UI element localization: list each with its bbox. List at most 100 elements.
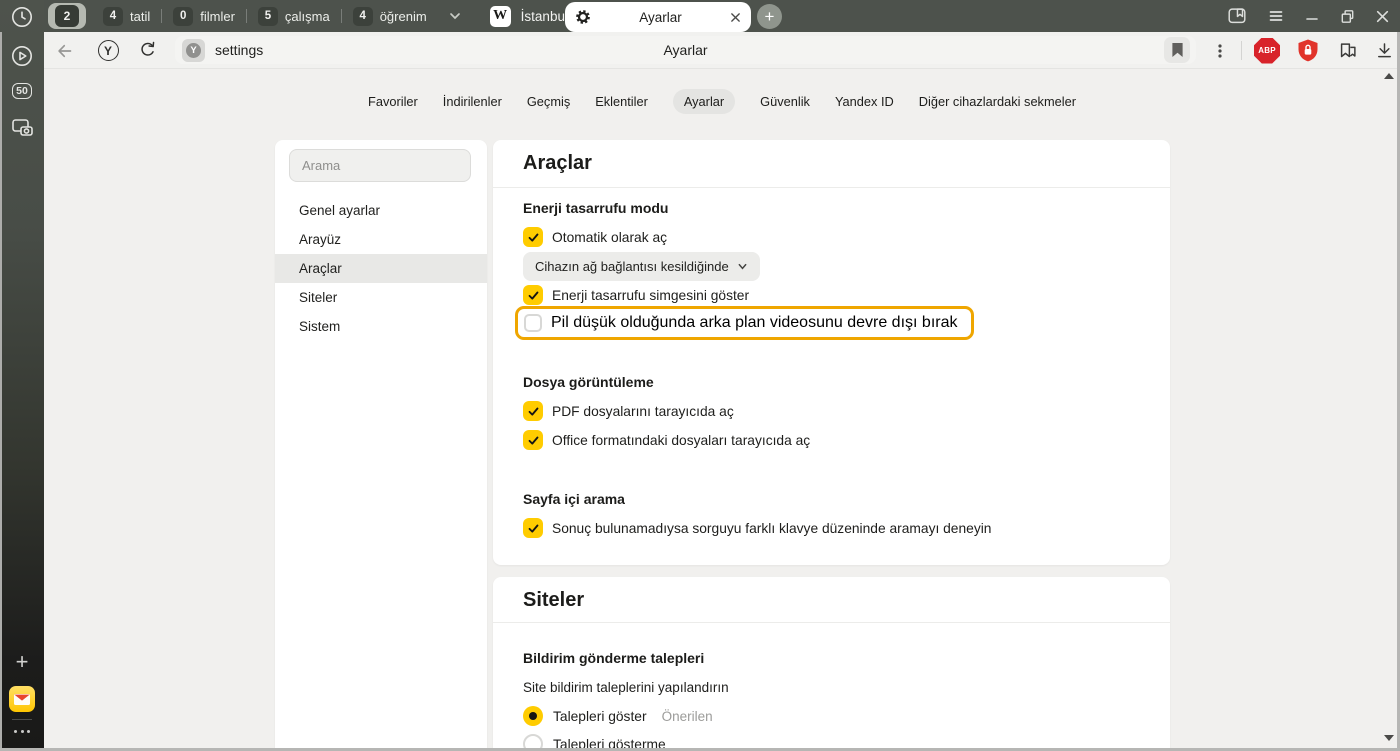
sidenav-item-sistem[interactable]: Sistem (275, 312, 487, 341)
search-input[interactable] (289, 149, 471, 182)
restore-icon[interactable] (1339, 8, 1356, 25)
section-description: Site bildirim taleplerini yapılandırın (523, 672, 729, 702)
new-tab-button[interactable]: + (757, 4, 782, 29)
back-icon[interactable] (51, 32, 79, 69)
tab-group-ogrenim[interactable]: 4 öğrenim (342, 0, 438, 32)
add-panel-button[interactable]: + (0, 650, 44, 674)
screenshot-icon[interactable] (0, 114, 44, 142)
checkbox-checked-icon[interactable] (523, 430, 543, 450)
download-icon[interactable] (1370, 32, 1398, 69)
highlighted-checkbox-row-disable-bg-video[interactable]: Pil düşük olduğunda arka plan videosunu … (515, 306, 974, 340)
checkbox-label: Enerji tasarrufu simgesini göster (552, 288, 749, 303)
address-bar: Y Y settings Ayarlar ABP (44, 32, 1400, 69)
yandex-home-icon[interactable]: Y (94, 32, 122, 69)
more-options-icon[interactable] (0, 725, 44, 737)
sidenav-item-genel-ayarlar[interactable]: Genel ayarlar (275, 196, 487, 225)
checkbox-checked-icon[interactable] (523, 401, 543, 421)
url-bar[interactable]: Y settings Ayarlar (175, 36, 1196, 64)
settings-gear-icon (575, 9, 591, 25)
tab-diger-cihazlar[interactable]: Diğer cihazlardaki sekmeler (919, 89, 1076, 114)
section-heading: Dosya görüntüleme (523, 367, 654, 397)
divider (493, 622, 1170, 623)
tab-title: Ayarlar (591, 10, 730, 25)
sidenav-item-label: Siteler (299, 290, 337, 305)
sidenav-item-arayuz[interactable]: Arayüz (275, 225, 487, 254)
page-title: Ayarlar (175, 36, 1196, 64)
refresh-icon[interactable] (133, 32, 161, 69)
card-title: Araçlar (523, 140, 592, 187)
tab-group-count: 4 (353, 7, 373, 26)
history-clock-icon[interactable] (0, 4, 44, 30)
radio-selected-icon[interactable] (523, 706, 543, 726)
site-favicon: Y (182, 39, 205, 62)
menu-icon[interactable] (1267, 7, 1285, 25)
scroll-up-icon[interactable] (1384, 73, 1394, 79)
tabs-panel-icon[interactable] (1226, 5, 1248, 27)
close-tab-icon[interactable] (730, 12, 741, 23)
section-heading: Bildirim gönderme talepleri (523, 643, 704, 673)
tab-groups: 2 4 tatil 0 filmler 5 çalışma 4 öğrenim (48, 0, 464, 32)
radio-label: Talepleri göster (553, 709, 647, 724)
tab-group-label: çalışma (285, 9, 330, 24)
counter-badge-value: 50 (12, 83, 32, 100)
tab-group-calisma[interactable]: 5 çalışma (247, 0, 341, 32)
toolbar-separator (1241, 41, 1242, 60)
scroll-down-icon[interactable] (1384, 735, 1394, 741)
sidebar-divider (12, 719, 32, 720)
yandex-mail-icon[interactable] (0, 684, 44, 714)
section-heading: Sayfa içi arama (523, 484, 625, 514)
sidenav-list: Genel ayarlar Arayüz Araçlar Siteler Sis… (275, 196, 487, 341)
chevron-down-icon (737, 261, 748, 272)
protect-shield-icon[interactable] (1294, 32, 1322, 69)
more-menu-icon[interactable] (1210, 32, 1230, 69)
sidenav-item-label: Sistem (299, 319, 340, 334)
side-panel: 50 + (0, 0, 44, 751)
sidenav-item-siteler[interactable]: Siteler (275, 283, 487, 312)
tab-ayarlar[interactable]: Ayarlar (673, 89, 735, 114)
tab-eklentiler[interactable]: Eklentiler (595, 89, 648, 114)
groups-chevron-down-icon[interactable] (446, 7, 464, 25)
bookmark-icon[interactable] (1164, 37, 1190, 63)
sidenav-item-label: Arayüz (299, 232, 341, 247)
close-window-icon[interactable] (1375, 9, 1390, 24)
checkbox-row-keyboard-layout[interactable]: Sonuç bulunamadıysa sorguyu farklı klavy… (523, 513, 991, 543)
tab-gecmis[interactable]: Geçmiş (527, 89, 570, 114)
collections-icon[interactable] (1334, 32, 1362, 69)
checkbox-checked-icon[interactable] (523, 285, 543, 305)
checkbox-checked-icon[interactable] (523, 518, 543, 538)
checkbox-row-auto-on[interactable]: Otomatik olarak aç (523, 222, 667, 252)
yandex-letter: Y (98, 40, 119, 61)
minimize-icon[interactable] (1304, 8, 1320, 24)
card-title: Siteler (523, 577, 584, 624)
checkbox-row-pdf[interactable]: PDF dosyalarını tarayıcıda aç (523, 396, 734, 426)
tab-guvenlik[interactable]: Güvenlik (760, 89, 810, 114)
checkbox-checked-icon[interactable] (523, 227, 543, 247)
plus-icon: + (16, 651, 29, 673)
tab-indirilenler[interactable]: İndirilenler (443, 89, 502, 114)
tab-strip: 2 4 tatil 0 filmler 5 çalışma 4 öğrenim (44, 0, 1400, 32)
divider (493, 187, 1170, 188)
energy-trigger-dropdown[interactable]: Cihazın ağ bağlantısı kesildiğinde (523, 252, 760, 281)
tab-group-tatil[interactable]: 4 tatil (92, 0, 161, 32)
sidenav-item-araclar[interactable]: Araçlar (275, 254, 487, 283)
tab-group-current[interactable]: 2 (48, 3, 86, 29)
abp-extension-icon[interactable]: ABP (1252, 32, 1282, 69)
checkbox-label: Sonuç bulunamadıysa sorguyu farklı klavy… (552, 521, 991, 536)
window-edge (0, 32, 2, 751)
tab-group-count: 2 (55, 5, 79, 27)
tools-card: Araçlar Enerji tasarrufu modu Otomatik o… (493, 140, 1170, 565)
checkbox-unchecked-icon[interactable] (524, 314, 542, 332)
checkbox-label: Pil düşük olduğunda arka plan videosunu … (551, 314, 957, 332)
tab-yandex-id[interactable]: Yandex ID (835, 89, 894, 114)
checkbox-row-office[interactable]: Office formatındaki dosyaları tarayıcıda… (523, 425, 810, 455)
url-text[interactable]: settings (215, 36, 263, 64)
radio-row-show-requests[interactable]: Talepleri göster Önerilen (523, 701, 713, 731)
tab-group-filmler[interactable]: 0 filmler (162, 0, 246, 32)
video-play-icon[interactable] (0, 43, 44, 69)
recommended-hint[interactable]: Önerilen (662, 709, 713, 724)
counter-badge[interactable]: 50 (0, 80, 44, 102)
active-tab-settings[interactable]: Ayarlar (565, 2, 751, 32)
tab-favoriler[interactable]: Favoriler (368, 89, 418, 114)
settings-top-tabs: Favoriler İndirilenler Geçmiş Eklentiler… (44, 89, 1400, 114)
sidenav-item-label: Genel ayarlar (299, 203, 380, 218)
